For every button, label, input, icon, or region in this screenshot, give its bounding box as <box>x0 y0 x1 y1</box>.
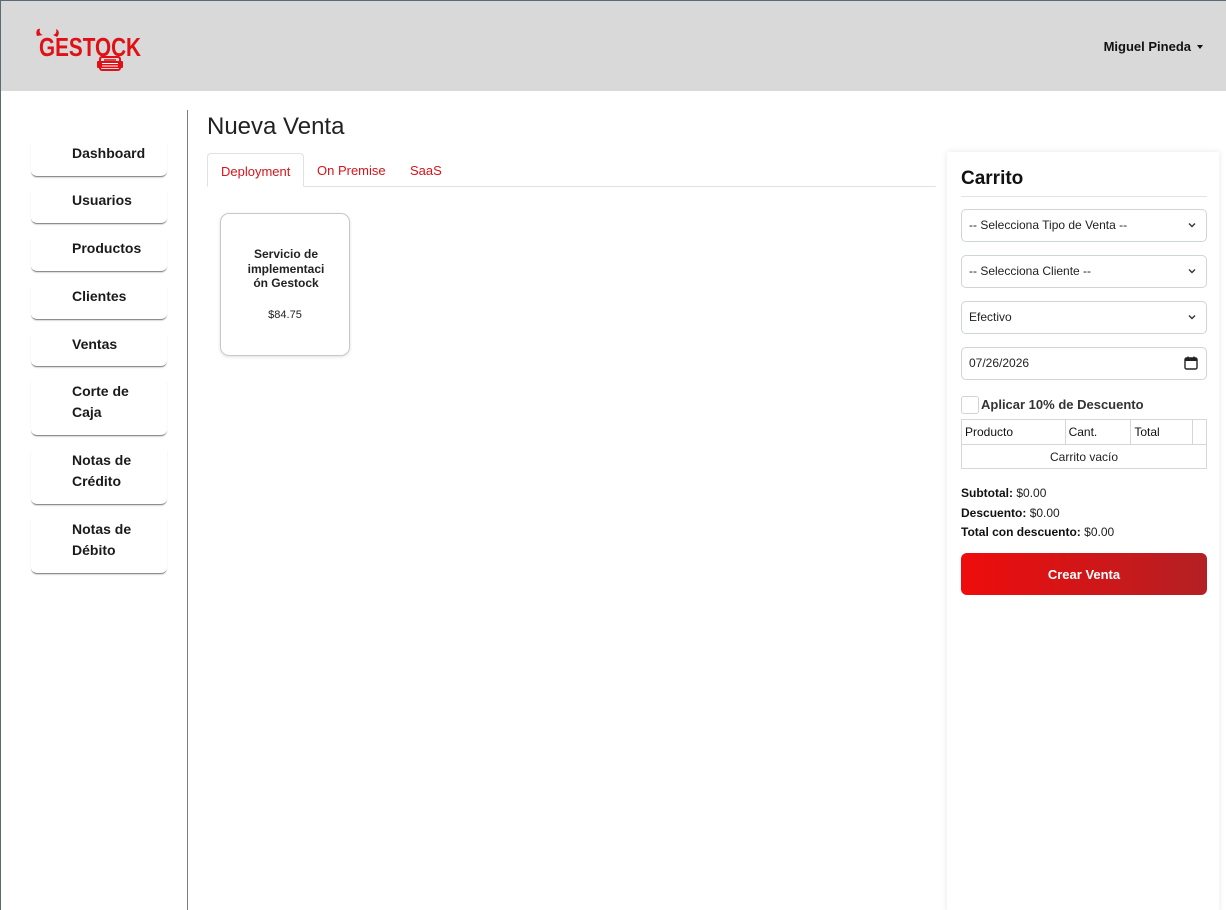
discount-label: Descuento: <box>961 505 1027 520</box>
top-navbar: GESTOCK Miguel Pineda <box>1 0 1226 91</box>
user-name: Miguel Pineda <box>1103 39 1191 54</box>
cart-table: Producto Cant. Total Carrito vacío <box>961 419 1207 469</box>
discount-value: $0.00 <box>1029 505 1060 520</box>
tab-label: On Premise <box>317 163 386 178</box>
payment-method-select[interactable]: Efectivo <box>961 301 1207 334</box>
tab-on-premise[interactable]: On Premise <box>304 153 399 187</box>
user-menu-dropdown[interactable]: Miguel Pineda <box>1104 39 1203 54</box>
sidebar-item-label-line-1: Notas de <box>72 452 132 468</box>
product-name: Servicio de implementación Gestock <box>247 247 325 290</box>
client-value: -- Selecciona Cliente -- <box>969 264 1092 278</box>
sidebar-item-label-line-2: Crédito <box>72 473 121 489</box>
product-category-tabs: Deployment On Premise SaaS <box>207 153 936 187</box>
sidebar-item-ventas[interactable]: Ventas <box>31 334 167 367</box>
sidebar-item-notas-de-debito[interactable]: Notas de Débito <box>31 519 167 574</box>
sidebar-item-label: Usuarios <box>72 192 132 208</box>
sidebar-item-clientes[interactable]: Clientes <box>31 286 167 320</box>
tab-label: SaaS <box>410 163 442 178</box>
product-card[interactable]: Servicio de implementación Gestock $84.7… <box>220 213 350 356</box>
column-header-actions <box>1192 419 1207 445</box>
discount-row: Descuento: $0.00 <box>961 504 1114 524</box>
column-header-producto: Producto <box>961 419 1066 445</box>
date-value: 07/26/2026 <box>969 356 1030 370</box>
total-label: Total con descuento: <box>961 525 1081 539</box>
column-header-cantidad: Cant. <box>1064 419 1132 445</box>
cart-panel: Carrito -- Selecciona Tipo de Venta -- -… <box>947 152 1219 910</box>
caret-down-icon <box>1197 45 1203 49</box>
client-select[interactable]: -- Selecciona Cliente -- <box>961 255 1207 288</box>
total-row: Total con descuento: $0.00 <box>961 523 1114 543</box>
sidebar-item-usuarios[interactable]: Usuarios <box>31 190 167 224</box>
discount-checkbox-label: Aplicar 10% de Descuento <box>981 397 1144 412</box>
product-price: $84.75 <box>268 309 302 321</box>
sidebar: Dashboard Usuarios Productos Clientes Ve… <box>1 110 188 910</box>
divider <box>961 196 1207 197</box>
create-sale-button[interactable]: Crear Venta <box>961 553 1207 595</box>
total-value: $0.00 <box>1084 525 1115 539</box>
svg-text:GESTOCK: GESTOCK <box>39 32 141 62</box>
subtotal-row: Subtotal: $0.00 <box>961 484 1114 504</box>
sidebar-item-label-line-1: Notas de <box>72 521 132 537</box>
page-title: Nueva Venta <box>207 113 345 140</box>
sidebar-item-notas-de-credito[interactable]: Notas de Crédito <box>31 450 167 505</box>
chevron-down-icon <box>1188 315 1196 320</box>
sale-type-value: -- Selecciona Tipo de Venta -- <box>969 218 1128 232</box>
cart-title: Carrito <box>961 168 1024 189</box>
cart-totals: Subtotal: $0.00 Descuento: $0.00 Total c… <box>961 484 1114 543</box>
sidebar-item-label-line-2: Débito <box>72 542 116 558</box>
sidebar-item-label: Clientes <box>72 288 127 304</box>
sidebar-item-label-line-1: Corte de <box>72 383 129 399</box>
sidebar-item-productos[interactable]: Productos <box>31 238 167 272</box>
calendar-icon[interactable] <box>1184 356 1198 370</box>
payment-method-value: Efectivo <box>969 310 1012 324</box>
table-header-row: Producto Cant. Total <box>961 419 1207 445</box>
discount-checkbox[interactable] <box>961 396 979 414</box>
chevron-down-icon <box>1188 223 1196 228</box>
gestock-logo[interactable]: GESTOCK <box>34 27 144 75</box>
tab-saas[interactable]: SaaS <box>397 153 455 187</box>
sidebar-item-label: Dashboard <box>72 145 146 161</box>
sidebar-item-corte-de-caja[interactable]: Corte de Caja <box>31 381 167 436</box>
empty-cart-message: Carrito vacío <box>961 444 1207 469</box>
table-row: Carrito vacío <box>961 444 1207 469</box>
subtotal-value: $0.00 <box>1016 486 1047 500</box>
column-header-total: Total <box>1130 419 1194 445</box>
chevron-down-icon <box>1188 269 1196 274</box>
sale-type-select[interactable]: -- Selecciona Tipo de Venta -- <box>961 209 1207 242</box>
tab-deployment[interactable]: Deployment <box>207 153 305 187</box>
date-input[interactable]: 07/26/2026 <box>961 347 1207 380</box>
sidebar-item-dashboard[interactable]: Dashboard <box>31 143 167 177</box>
sidebar-item-label: Ventas <box>72 336 118 352</box>
sidebar-item-label-line-2: Caja <box>72 404 102 420</box>
sidebar-item-label: Productos <box>72 240 142 256</box>
subtotal-label: Subtotal: <box>961 486 1013 500</box>
tab-label: Deployment <box>221 164 291 179</box>
